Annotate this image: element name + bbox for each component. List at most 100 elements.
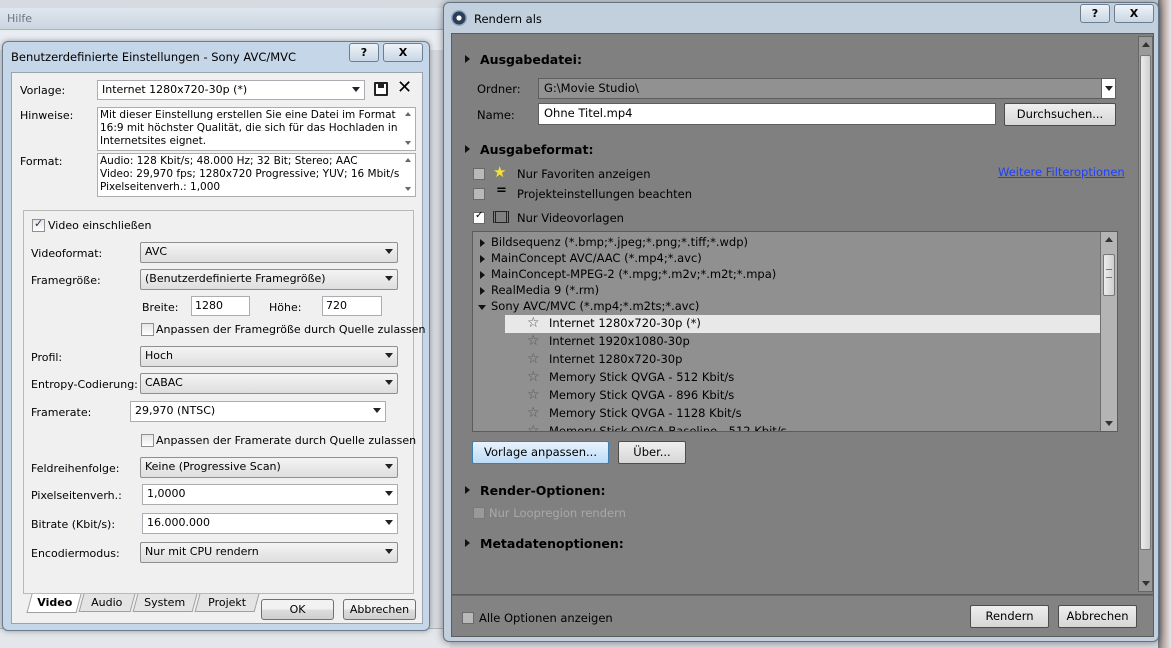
favorites-checkbox[interactable]: [473, 168, 485, 180]
all-options-label: Alle Optionen anzeigen: [479, 611, 613, 625]
dialog-body: Vorlage: Internet 1280x720-30p (*) ✕ Hin…: [11, 72, 426, 624]
hoehe-input[interactable]: 720: [322, 296, 382, 316]
list-item-selected[interactable]: ☆ Internet 1280x720-30p (*): [505, 315, 1100, 333]
scroll-thumb[interactable]: [1140, 55, 1151, 550]
name-input[interactable]: Ohne Titel.mp4: [538, 103, 996, 125]
film-icon: [493, 211, 509, 223]
bitrate-label: Bitrate (Kbit/s):: [31, 518, 116, 531]
close-button[interactable]: X: [383, 43, 423, 62]
expand-ausgabeformat-icon[interactable]: [465, 145, 470, 153]
app-icon: [451, 10, 467, 26]
help-button[interactable]: ?: [349, 43, 379, 62]
loop-only-label: Nur Loopregion rendern: [489, 506, 626, 520]
delete-icon[interactable]: ✕: [397, 77, 412, 98]
bitrate-select[interactable]: 16.000.000: [142, 513, 398, 534]
profil-select[interactable]: Hoch: [140, 346, 398, 367]
video-templates-checkbox[interactable]: [473, 210, 485, 224]
project-settings-label: Projekteinstellungen beachten: [517, 187, 693, 201]
tab-system[interactable]: System: [132, 594, 198, 612]
render-content: Ausgabedatei: Ordner: G:\Movie Studio\ N…: [451, 33, 1154, 595]
star-outline-icon: ☆: [527, 351, 540, 367]
adapt-framerate-label: Anpassen der Framerate durch Quelle zula…: [156, 434, 417, 447]
section-metadata[interactable]: Metadatenoptionen:: [480, 536, 624, 551]
framegroesse-select[interactable]: (Benutzerdefinierte Framegröße): [140, 269, 398, 290]
breite-input[interactable]: 1280: [191, 296, 250, 316]
star-outline-icon: ☆: [527, 369, 540, 385]
format-text: Audio: 128 Kbit/s; 48.000 Hz; 32 Bit; St…: [97, 153, 416, 197]
adapt-framesize-checkbox[interactable]: [141, 323, 154, 336]
ok-button[interactable]: OK: [261, 599, 334, 620]
more-filters-link[interactable]: Weitere Filteroptionen: [998, 165, 1125, 179]
hinweise-text: Mit dieser Einstellung erstellen Sie ein…: [97, 107, 416, 151]
framerate-label: Framerate:: [31, 406, 92, 419]
expand-metadata-icon[interactable]: [465, 539, 470, 547]
format-label: Format:: [20, 155, 63, 168]
list-item[interactable]: ☆ Memory Stick QVGA - 1128 Kbit/s: [505, 405, 1100, 423]
star-outline-icon: ☆: [527, 423, 540, 432]
about-button[interactable]: Über...: [618, 441, 686, 464]
tab-video[interactable]: Video: [26, 594, 82, 613]
encodiermodus-label: Encodiermodus:: [31, 547, 120, 560]
format-scrollbar[interactable]: [403, 155, 414, 195]
hoehe-label: Höhe:: [269, 301, 302, 314]
dialog-title: Benutzerdefinierte Einstellungen - Sony …: [11, 50, 297, 64]
cancel-button[interactable]: Abbrechen: [343, 599, 416, 620]
help-button[interactable]: ?: [1080, 4, 1110, 23]
loop-only-checkbox[interactable]: [473, 507, 485, 519]
list-item[interactable]: ☆ Memory Stick QVGA - 896 Kbit/s: [505, 387, 1100, 405]
ordner-select[interactable]: G:\Movie Studio\: [538, 78, 1116, 99]
star-outline-icon: ☆: [527, 333, 540, 349]
framerate-select[interactable]: 29,970 (NTSC): [130, 401, 386, 422]
scroll-up-icon: [1105, 237, 1113, 242]
project-settings-checkbox[interactable]: [473, 188, 485, 200]
dialog-titlebar[interactable]: Benutzerdefinierte Einstellungen - Sony …: [3, 42, 429, 70]
render-button[interactable]: Rendern: [970, 605, 1049, 628]
expand-ausgabedatei-icon[interactable]: [465, 55, 470, 63]
close-button[interactable]: X: [1114, 4, 1154, 23]
vorlage-select[interactable]: Internet 1280x720-30p (*): [97, 80, 365, 100]
scroll-thumb[interactable]: [1103, 254, 1115, 296]
entropy-select[interactable]: CABAC: [140, 373, 398, 394]
adapt-framerate-checkbox[interactable]: [141, 434, 154, 447]
expand-render-options-icon[interactable]: [465, 486, 470, 494]
section-ausgabeformat[interactable]: Ausgabeformat:: [480, 142, 593, 157]
tab-projekt[interactable]: Projekt: [194, 594, 260, 612]
menu-help[interactable]: Hilfe: [7, 12, 32, 25]
format-template-list[interactable]: Bildsequenz (*.bmp;*.jpeg;*.png;*.tiff;*…: [472, 231, 1118, 432]
list-item[interactable]: ☆ Internet 1920x1080-30p: [505, 333, 1100, 351]
video-include-checkbox[interactable]: [32, 217, 45, 232]
adapt-framesize-label: Anpassen der Framegröße durch Quelle zul…: [156, 323, 426, 336]
scroll-up-icon: [1142, 42, 1150, 47]
cancel-button[interactable]: Abbrechen: [1058, 605, 1137, 628]
dialog-titlebar[interactable]: Rendern als ? X: [444, 3, 1158, 33]
list-item[interactable]: ☆ Memory Stick QVGA Baseline - 512 Kbit/s: [505, 423, 1100, 432]
encodiermodus-select[interactable]: Nur mit CPU rendern: [140, 542, 398, 563]
customize-template-button[interactable]: Vorlage anpassen...: [472, 441, 609, 464]
favorites-label: Nur Favoriten anzeigen: [517, 167, 651, 181]
scroll-down-icon: [1142, 581, 1150, 586]
list-item[interactable]: ☆ Internet 1280x720-30p: [505, 351, 1100, 369]
pixelseitenverh-label: Pixelseitenverh.:: [31, 489, 122, 502]
list-item[interactable]: ☆ Memory Stick QVGA - 512 Kbit/s: [505, 369, 1100, 387]
tab-audio[interactable]: Audio: [78, 594, 136, 612]
dialog-title: Rendern als: [474, 12, 542, 26]
feldreihenfolge-select[interactable]: Keine (Progressive Scan): [140, 457, 398, 478]
hinweise-scrollbar[interactable]: [403, 109, 414, 149]
browse-button[interactable]: Durchsuchen...: [1004, 103, 1116, 126]
name-label: Name:: [477, 108, 515, 122]
entropy-label: Entropy-Codierung:: [31, 378, 138, 391]
section-render-options[interactable]: Render-Optionen:: [480, 483, 605, 498]
content-scrollbar[interactable]: [1138, 36, 1153, 592]
pixelseitenverh-select[interactable]: 1,0000: [142, 484, 398, 505]
list-scrollbar[interactable]: [1100, 232, 1117, 431]
hinweise-label: Hinweise:: [20, 109, 74, 122]
star-icon: ★: [493, 163, 507, 181]
save-icon[interactable]: [374, 82, 388, 96]
section-ausgabedatei[interactable]: Ausgabedatei:: [480, 52, 582, 67]
videoformat-select[interactable]: AVC: [140, 242, 398, 263]
scroll-down-icon: [1105, 421, 1113, 426]
list-item[interactable]: Sony AVC/MVC (*.mp4;*.m2ts;*.avc): [473, 298, 1100, 316]
star-outline-icon: ☆: [527, 315, 540, 331]
all-options-checkbox[interactable]: [462, 612, 474, 624]
feldreihenfolge-label: Feldreihenfolge:: [31, 462, 120, 475]
